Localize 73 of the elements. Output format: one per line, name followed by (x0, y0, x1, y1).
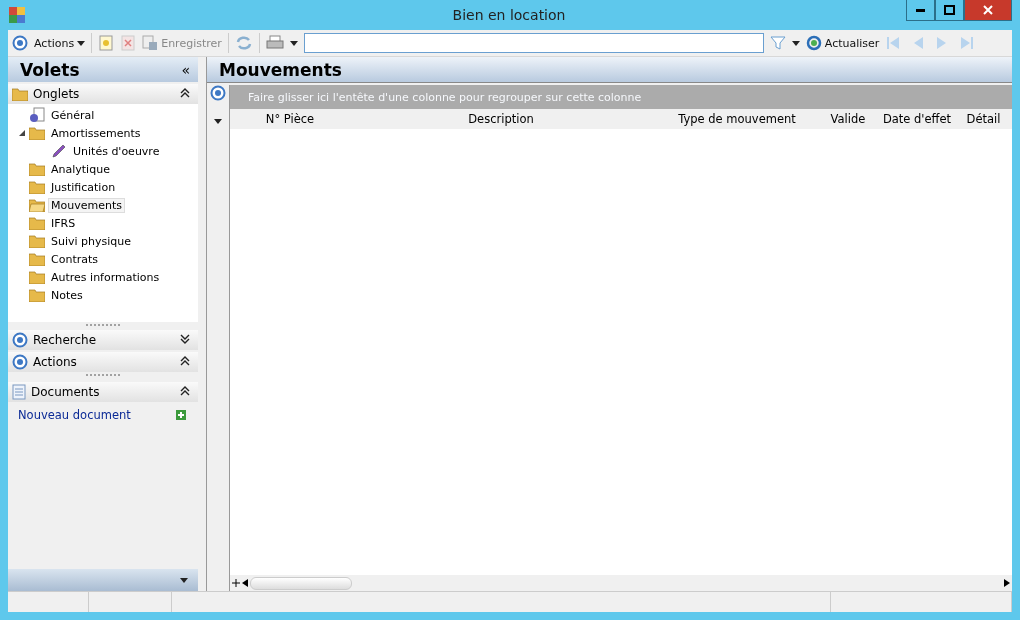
tree-item[interactable]: Mouvements (48, 197, 125, 213)
folder-icon (29, 288, 45, 302)
collapse-sidebar-icon[interactable]: « (181, 61, 190, 78)
column-header[interactable]: Type de mouvement (652, 112, 822, 126)
tree-item[interactable]: IFRS (48, 215, 79, 231)
folder-icon (29, 270, 45, 284)
panel-title: Recherche (33, 333, 98, 347)
pencil-icon (51, 143, 67, 159)
collapse-icon[interactable] (180, 386, 190, 396)
column-header[interactable]: Détail (960, 112, 1007, 126)
caret-icon[interactable] (289, 40, 298, 46)
column-header[interactable]: Valide (822, 112, 874, 126)
scrollbar-thumb[interactable] (250, 576, 352, 590)
tree-item[interactable]: Unités d'oeuvre (70, 143, 163, 159)
caret-icon[interactable] (791, 40, 800, 46)
panel-header[interactable]: Recherche (8, 330, 198, 350)
expanded-icon[interactable] (18, 129, 26, 137)
printer-icon[interactable] (265, 35, 284, 51)
app-icon (8, 6, 26, 24)
minimize-icon (916, 8, 925, 12)
column-header[interactable]: Date d'effet (874, 112, 960, 126)
panel-title: Actions (33, 355, 78, 369)
tree-item[interactable]: Analytique (48, 161, 113, 177)
caret-icon[interactable] (214, 119, 222, 124)
target-icon (12, 35, 28, 51)
search-field[interactable] (303, 33, 764, 53)
tree-item[interactable]: Suivi physique (48, 233, 135, 249)
refresh-button[interactable]: Actualiser (805, 35, 880, 51)
plus-icon[interactable] (232, 579, 240, 587)
caret-icon[interactable] (77, 40, 86, 46)
maximize-icon (944, 5, 955, 15)
folder-icon (29, 162, 45, 176)
group-hint: Faire glisser ici l'entête d'une colonne pour regrouper sur cette colonne (248, 90, 642, 104)
refresh-icon (805, 35, 822, 51)
tree-item[interactable]: Autres informations (48, 269, 163, 285)
column-header[interactable]: N° Pièce (230, 112, 350, 126)
document-icon (12, 384, 26, 400)
tree-item[interactable]: Contrats (48, 251, 101, 267)
tree-item[interactable]: Justification (48, 179, 119, 195)
folder-icon (29, 252, 45, 266)
sidebar-title: Volets (20, 59, 80, 80)
close-button[interactable] (964, 0, 1012, 21)
panel-header[interactable]: Onglets (8, 84, 198, 104)
save-icon (142, 35, 159, 51)
panel-title: Onglets (33, 87, 81, 101)
panel-header[interactable]: Documents (8, 382, 198, 402)
target-icon (12, 354, 28, 370)
folder-icon (29, 180, 45, 194)
minimize-button[interactable] (906, 0, 935, 21)
actions-menu[interactable]: Actions (34, 36, 86, 50)
open-folder-icon (29, 198, 45, 212)
tree-item[interactable]: Amortissements (48, 125, 144, 141)
caret-icon[interactable] (180, 577, 188, 583)
tree-item[interactable]: Notes (48, 287, 86, 303)
target-icon (210, 85, 226, 101)
folder-icon (12, 87, 28, 101)
panel-title: Documents (31, 385, 101, 399)
panel-header[interactable]: Actions (8, 352, 198, 372)
tree-item[interactable]: Général (48, 107, 98, 123)
folder-icon (29, 126, 45, 140)
target-icon (12, 332, 28, 348)
close-icon (983, 5, 993, 15)
new-document-link[interactable]: Nouveau document (18, 408, 131, 422)
scroll-left-icon[interactable] (242, 579, 248, 587)
window-title: Bien en location (451, 7, 567, 23)
column-header[interactable]: Description (350, 112, 652, 126)
expand-icon[interactable] (180, 334, 190, 344)
collapse-icon[interactable] (180, 356, 190, 366)
folder-icon (29, 234, 45, 248)
scroll-right-icon[interactable] (1004, 579, 1010, 587)
folder-icon (29, 216, 45, 230)
collapse-icon[interactable] (180, 88, 190, 98)
page-title: Mouvements (219, 59, 342, 80)
